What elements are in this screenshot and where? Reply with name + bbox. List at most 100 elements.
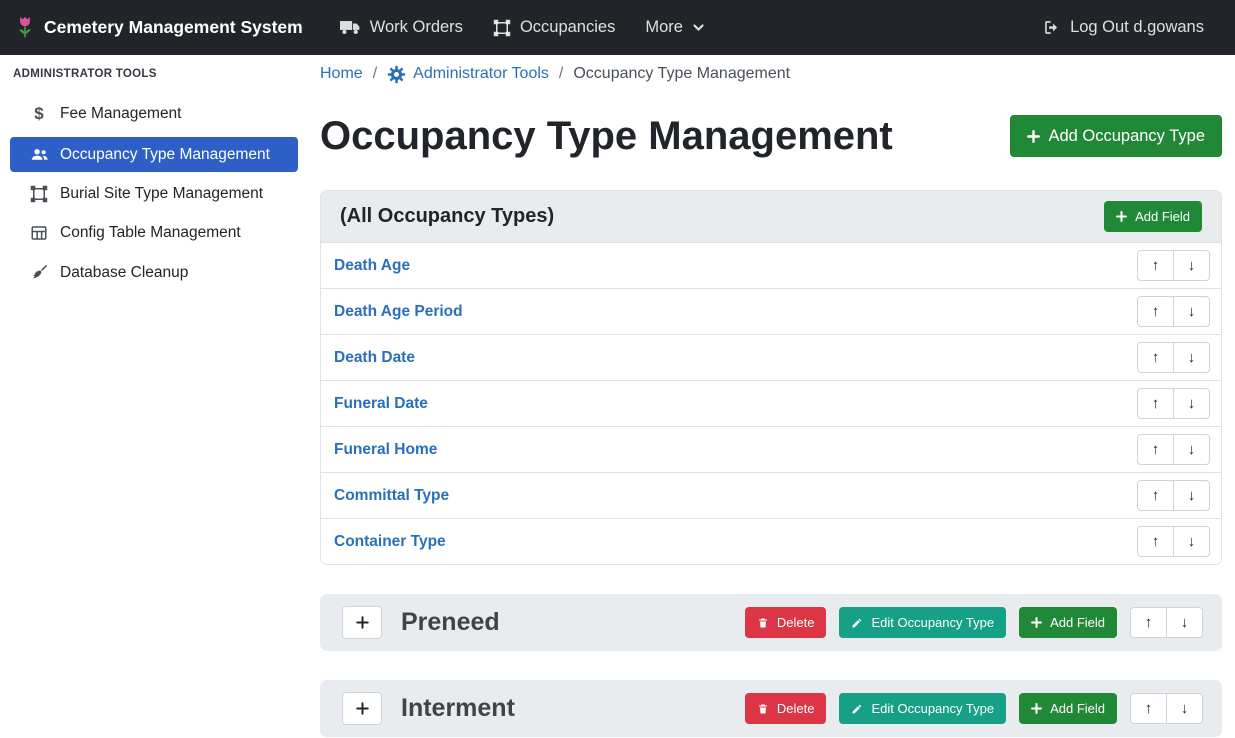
- field-row: Death Date ↑ ↓: [321, 334, 1221, 380]
- field-row: Death Age ↑ ↓: [321, 242, 1221, 288]
- breadcrumb-separator: /: [559, 65, 563, 83]
- field-link[interactable]: Committal Type: [334, 487, 449, 505]
- move-up-button[interactable]: ↑: [1137, 342, 1174, 373]
- expand-button[interactable]: [342, 606, 382, 639]
- nav-item-more[interactable]: More: [630, 10, 720, 45]
- arrow-up-icon: ↑: [1152, 533, 1160, 550]
- sidebar: ADMINISTRATOR TOOLS $ Fee Management Occ…: [0, 55, 308, 738]
- nav-item-occupancies[interactable]: Occupancies: [478, 10, 630, 45]
- field-link[interactable]: Death Age Period: [334, 303, 463, 321]
- gear-icon: [387, 65, 406, 84]
- move-down-button[interactable]: ↓: [1173, 480, 1210, 511]
- field-link[interactable]: Death Age: [334, 257, 410, 275]
- section-interment: Interment Delete Edit Occupancy Type Add…: [320, 680, 1222, 737]
- reorder-button-group: ↑ ↓: [1130, 693, 1203, 724]
- plus-icon: [356, 616, 369, 629]
- users-icon: [29, 145, 49, 164]
- arrow-down-icon: ↓: [1188, 257, 1196, 274]
- delete-label: Delete: [777, 615, 815, 630]
- add-field-button[interactable]: Add Field: [1019, 693, 1117, 724]
- add-field-label: Add Field: [1050, 615, 1105, 630]
- breadcrumb-label: Administrator Tools: [413, 65, 549, 83]
- delete-button[interactable]: Delete: [745, 607, 827, 638]
- all-types-card-header: (All Occupancy Types) Add Field: [321, 191, 1221, 242]
- move-down-button[interactable]: ↓: [1173, 526, 1210, 557]
- nav-item-label: Work Orders: [370, 18, 463, 37]
- field-link[interactable]: Death Date: [334, 349, 415, 367]
- sidebar-item-database-cleanup[interactable]: Database Cleanup: [10, 255, 298, 290]
- add-field-button[interactable]: Add Field: [1019, 607, 1117, 638]
- add-occupancy-type-button[interactable]: Add Occupancy Type: [1010, 115, 1222, 157]
- page-layout: ADMINISTRATOR TOOLS $ Fee Management Occ…: [0, 55, 1235, 738]
- arrow-up-icon: ↑: [1145, 700, 1153, 717]
- nav-item-work-orders[interactable]: Work Orders: [325, 10, 478, 45]
- all-types-card: (All Occupancy Types) Add Field Death Ag…: [320, 190, 1222, 565]
- move-down-button[interactable]: ↓: [1173, 296, 1210, 327]
- sidebar-item-burial-site-type-management[interactable]: Burial Site Type Management: [10, 177, 298, 211]
- app-brand[interactable]: Cemetery Management System: [16, 15, 303, 40]
- dollar-icon: $: [29, 104, 49, 124]
- arrow-down-icon: ↓: [1188, 487, 1196, 504]
- move-up-button[interactable]: ↑: [1130, 693, 1167, 724]
- arrow-up-icon: ↑: [1152, 257, 1160, 274]
- pencil-icon: [851, 617, 863, 629]
- reorder-button-group: ↑ ↓: [1137, 250, 1210, 281]
- move-down-button[interactable]: ↓: [1173, 434, 1210, 465]
- trash-icon: [757, 617, 769, 629]
- move-up-button[interactable]: ↑: [1137, 480, 1174, 511]
- plus-icon: [1031, 703, 1042, 714]
- chevron-down-icon: [692, 21, 705, 34]
- add-occupancy-type-label: Add Occupancy Type: [1048, 127, 1205, 146]
- plus-icon: [1031, 617, 1042, 628]
- delete-button[interactable]: Delete: [745, 693, 827, 724]
- arrow-up-icon: ↑: [1152, 395, 1160, 412]
- arrow-up-icon: ↑: [1152, 441, 1160, 458]
- move-down-button[interactable]: ↓: [1166, 607, 1203, 638]
- move-up-button[interactable]: ↑: [1137, 296, 1174, 327]
- field-link[interactable]: Funeral Date: [334, 395, 428, 413]
- edit-occupancy-type-button[interactable]: Edit Occupancy Type: [839, 693, 1006, 724]
- logout-link[interactable]: Log Out d.gowans: [1027, 10, 1219, 45]
- title-row: Occupancy Type Management Add Occupancy …: [320, 112, 1222, 160]
- section-preneed: Preneed Delete Edit Occupancy Type Add F…: [320, 594, 1222, 651]
- field-link[interactable]: Funeral Home: [334, 441, 437, 459]
- page-title: Occupancy Type Management: [320, 112, 893, 160]
- move-up-button[interactable]: ↑: [1137, 526, 1174, 557]
- move-up-button[interactable]: ↑: [1130, 607, 1167, 638]
- sidebar-item-occupancy-type-management[interactable]: Occupancy Type Management: [10, 137, 298, 172]
- move-down-button[interactable]: ↓: [1166, 693, 1203, 724]
- card-title: (All Occupancy Types): [340, 205, 554, 228]
- logout-icon: [1042, 18, 1061, 37]
- expand-button[interactable]: [342, 692, 382, 725]
- move-down-button[interactable]: ↓: [1173, 342, 1210, 373]
- breadcrumb-home-link[interactable]: Home: [320, 65, 363, 83]
- reorder-button-group: ↑ ↓: [1137, 342, 1210, 373]
- sidebar-item-label: Config Table Management: [60, 224, 241, 242]
- move-up-button[interactable]: ↑: [1137, 388, 1174, 419]
- trash-icon: [757, 703, 769, 715]
- move-down-button[interactable]: ↓: [1173, 388, 1210, 419]
- arrow-up-icon: ↑: [1152, 487, 1160, 504]
- sidebar-heading: ADMINISTRATOR TOOLS: [0, 68, 308, 80]
- edit-occupancy-type-button[interactable]: Edit Occupancy Type: [839, 607, 1006, 638]
- reorder-button-group: ↑ ↓: [1137, 388, 1210, 419]
- breadcrumb-label: Home: [320, 65, 363, 83]
- reorder-button-group: ↑ ↓: [1137, 434, 1210, 465]
- move-up-button[interactable]: ↑: [1137, 250, 1174, 281]
- field-link[interactable]: Container Type: [334, 533, 446, 551]
- sidebar-item-config-table-management[interactable]: Config Table Management: [10, 216, 298, 250]
- arrow-down-icon: ↓: [1181, 614, 1189, 631]
- edit-occupancy-type-label: Edit Occupancy Type: [871, 615, 994, 630]
- reorder-button-group: ↑ ↓: [1130, 607, 1203, 638]
- field-row: Container Type ↑ ↓: [321, 518, 1221, 564]
- broom-icon: [29, 263, 49, 282]
- add-field-button[interactable]: Add Field: [1104, 201, 1202, 232]
- breadcrumb-admin-tools-link[interactable]: Administrator Tools: [387, 65, 549, 84]
- truck-icon: [340, 19, 361, 36]
- move-up-button[interactable]: ↑: [1137, 434, 1174, 465]
- move-down-button[interactable]: ↓: [1173, 250, 1210, 281]
- sidebar-item-fee-management[interactable]: $ Fee Management: [10, 96, 298, 132]
- field-row: Committal Type ↑ ↓: [321, 472, 1221, 518]
- arrow-down-icon: ↓: [1188, 395, 1196, 412]
- arrow-down-icon: ↓: [1188, 349, 1196, 366]
